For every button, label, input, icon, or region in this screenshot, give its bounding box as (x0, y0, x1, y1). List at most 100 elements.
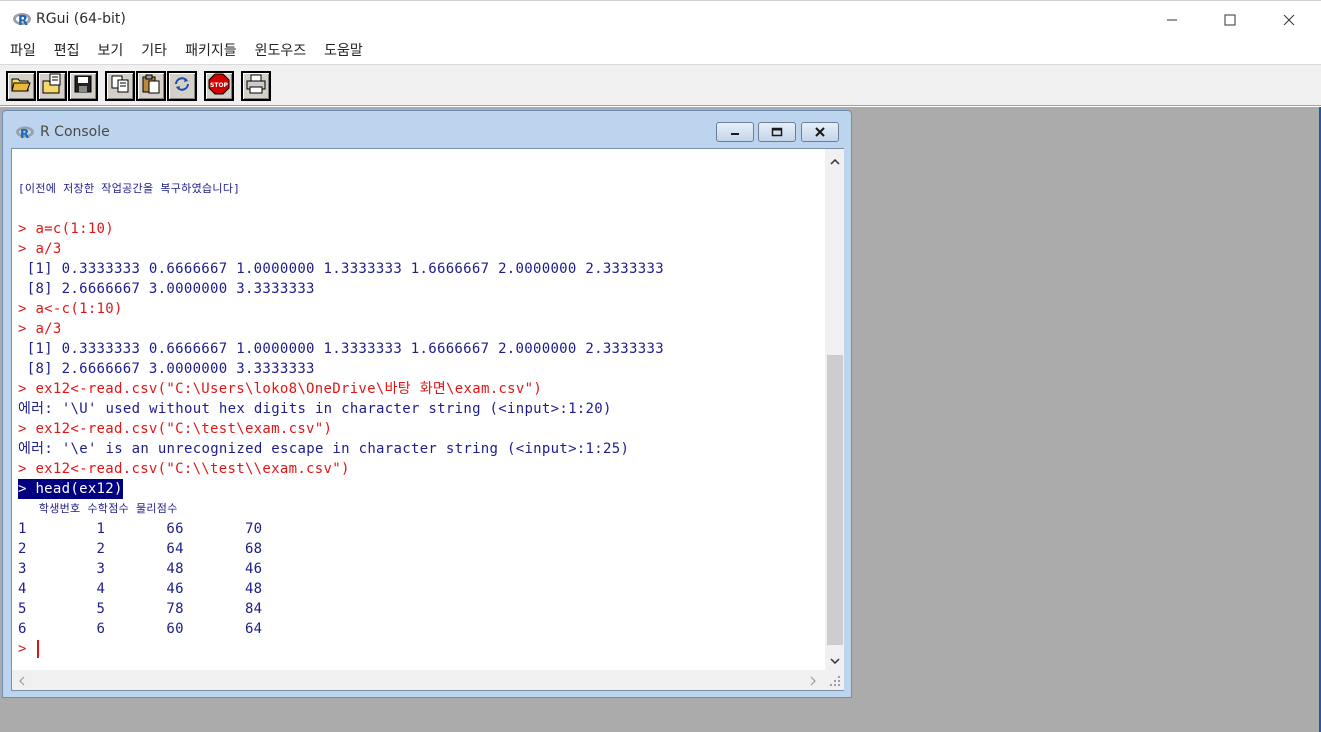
menu-windows[interactable]: 윈도우즈 (255, 40, 307, 60)
console-line: [8] 2.6666667 3.0000000 3.3333333 (18, 279, 664, 299)
console-line: 2 2 64 68 (18, 539, 664, 559)
maximize-button[interactable] (1201, 1, 1259, 39)
chevron-right-icon (810, 671, 816, 690)
scroll-left-button[interactable] (16, 674, 28, 686)
text-cursor (37, 640, 40, 658)
console-line-text: > ex12<-read.csv("C:\Users\loko8\OneDriv… (18, 381, 543, 397)
stop-button[interactable]: STOP (204, 71, 234, 101)
chevron-left-icon (19, 671, 25, 690)
save-workspace-button[interactable] (68, 71, 98, 101)
menu-edit[interactable]: 편집 (54, 40, 80, 60)
stop-icon: STOP (208, 73, 230, 99)
console-line-text: 6 6 60 64 (18, 621, 263, 637)
console-line-text: > ex12<-read.csv("C:\\test\\exam.csv") (18, 461, 350, 477)
console-line: > head(ex12) (18, 479, 664, 499)
console-line-text: > a=c(1:10) (18, 221, 115, 237)
r-console-window: R R Console [이전에 저장한 작업공간을 복구하였습니다] > a=c… (2, 110, 852, 698)
menu-view[interactable]: 보기 (98, 40, 124, 60)
chevron-down-icon (829, 649, 840, 668)
toolbar: STOP (0, 64, 1321, 106)
copy-paste-icon (172, 74, 192, 98)
console-line: 3 3 48 46 (18, 559, 664, 579)
console-line-text: > a/3 (18, 241, 62, 257)
console-prompt-line[interactable]: > (18, 639, 664, 659)
console-line-text: 3 3 48 46 (18, 561, 263, 577)
console-line-text: [8] 2.6666667 3.0000000 3.3333333 (18, 281, 315, 297)
console-line: > a=c(1:10) (18, 219, 664, 239)
minimize-button[interactable] (1143, 1, 1201, 39)
console-line: 에러: '\e' is an unrecognized escape in ch… (18, 439, 664, 459)
console-line: 학생번호 수학점수 물리점수 (18, 499, 664, 519)
console-line-text: 에러: '\e' is an unrecognized escape in ch… (18, 441, 630, 457)
console-line: > a/3 (18, 239, 664, 259)
console-line: [8] 2.6666667 3.0000000 3.3333333 (18, 359, 664, 379)
menu-help[interactable]: 도움말 (324, 40, 363, 60)
console-line-text: [1] 0.3333333 0.6666667 1.0000000 1.3333… (18, 341, 664, 357)
console-close-button[interactable] (801, 122, 839, 142)
vertical-scrollbar[interactable] (825, 149, 844, 670)
console-titlebar[interactable]: R R Console (3, 111, 851, 147)
r-logo-icon: R (12, 10, 32, 29)
svg-text:R: R (20, 127, 29, 140)
scroll-up-button[interactable] (825, 149, 844, 169)
console-line: [이전에 저장한 작업공간을 복구하였습니다] (18, 179, 664, 199)
app-title: RGui (64-bit) (36, 11, 126, 27)
paste-button[interactable] (136, 71, 166, 101)
console-line-text: 4 4 46 48 (18, 581, 263, 597)
console-line-text: 5 5 78 84 (18, 601, 263, 617)
console-line: 1 1 66 70 (18, 519, 664, 539)
close-button[interactable] (1260, 1, 1318, 39)
console-line: 에러: '\U' used without hex digits in char… (18, 399, 664, 419)
console-output[interactable]: [이전에 저장한 작업공간을 복구하였습니다] > a=c(1:10) > a/3 … (12, 149, 825, 670)
scroll-right-button[interactable] (807, 674, 819, 686)
print-icon (245, 74, 267, 98)
copy-icon (110, 74, 130, 98)
open-script-button[interactable] (6, 71, 36, 101)
menu-file[interactable]: 파일 (10, 40, 36, 60)
console-line-text: 에러: '\U' used without hex digits in char… (18, 401, 612, 417)
console-line-text: [이전에 저장한 작업공간을 복구하였습니다] (18, 182, 241, 195)
console-line-text: > ex12<-read.csv("C:\test\exam.csv") (18, 421, 333, 437)
console-line-text: [1] 0.3333333 0.6666667 1.0000000 1.3333… (18, 261, 664, 277)
console-client: [이전에 저장한 작업공간을 복구하였습니다] > a=c(1:10) > a/3 … (11, 148, 844, 691)
console-line: > ex12<-read.csv("C:\Users\loko8\OneDriv… (18, 379, 664, 399)
copy-button[interactable] (105, 71, 135, 101)
console-line-text: 학생번호 수학점수 물리점수 (18, 502, 178, 515)
svg-text:R: R (18, 14, 28, 28)
console-line: > ex12<-read.csv("C:\test\exam.csv") (18, 419, 664, 439)
console-line-text: 2 2 64 68 (18, 541, 263, 557)
r-logo-icon: R (15, 124, 35, 141)
console-line: [1] 0.3333333 0.6666667 1.0000000 1.3333… (18, 259, 664, 279)
console-line-text: > a<-c(1:10) (18, 301, 123, 317)
console-line: 5 5 78 84 (18, 599, 664, 619)
console-minimize-button[interactable] (716, 122, 754, 142)
resize-grip-icon (825, 675, 844, 694)
console-line: > a<-c(1:10) (18, 299, 664, 319)
load-workspace-icon (41, 73, 63, 99)
app-titlebar: R RGui (64-bit) (0, 0, 1321, 38)
horizontal-scrollbar[interactable] (12, 670, 825, 690)
menu-bar: 파일 편집 보기 기타 패키지들 윈도우즈 도움말 (0, 38, 1321, 62)
console-line-text: > a/3 (18, 321, 62, 337)
console-prompt: > (18, 641, 36, 657)
svg-text:STOP: STOP (210, 82, 229, 89)
menu-packages[interactable]: 패키지들 (185, 40, 237, 60)
console-maximize-button[interactable] (758, 122, 796, 142)
console-line: 6 6 60 64 (18, 619, 664, 639)
print-button[interactable] (241, 71, 271, 101)
paste-icon (141, 74, 161, 98)
save-workspace-icon (73, 74, 93, 98)
size-grip[interactable] (825, 670, 844, 690)
console-title: R Console (40, 124, 110, 140)
console-line-text: [8] 2.6666667 3.0000000 3.3333333 (18, 361, 315, 377)
console-line-text: > head(ex12) (18, 479, 123, 499)
scroll-down-button[interactable] (825, 648, 844, 668)
load-workspace-button[interactable] (37, 71, 67, 101)
menu-misc[interactable]: 기타 (141, 40, 167, 60)
console-line: [1] 0.3333333 0.6666667 1.0000000 1.3333… (18, 339, 664, 359)
console-line: > ex12<-read.csv("C:\\test\\exam.csv") (18, 459, 664, 479)
console-line: > a/3 (18, 319, 664, 339)
copy-paste-button[interactable] (167, 71, 197, 101)
vertical-scroll-thumb[interactable] (827, 355, 843, 645)
